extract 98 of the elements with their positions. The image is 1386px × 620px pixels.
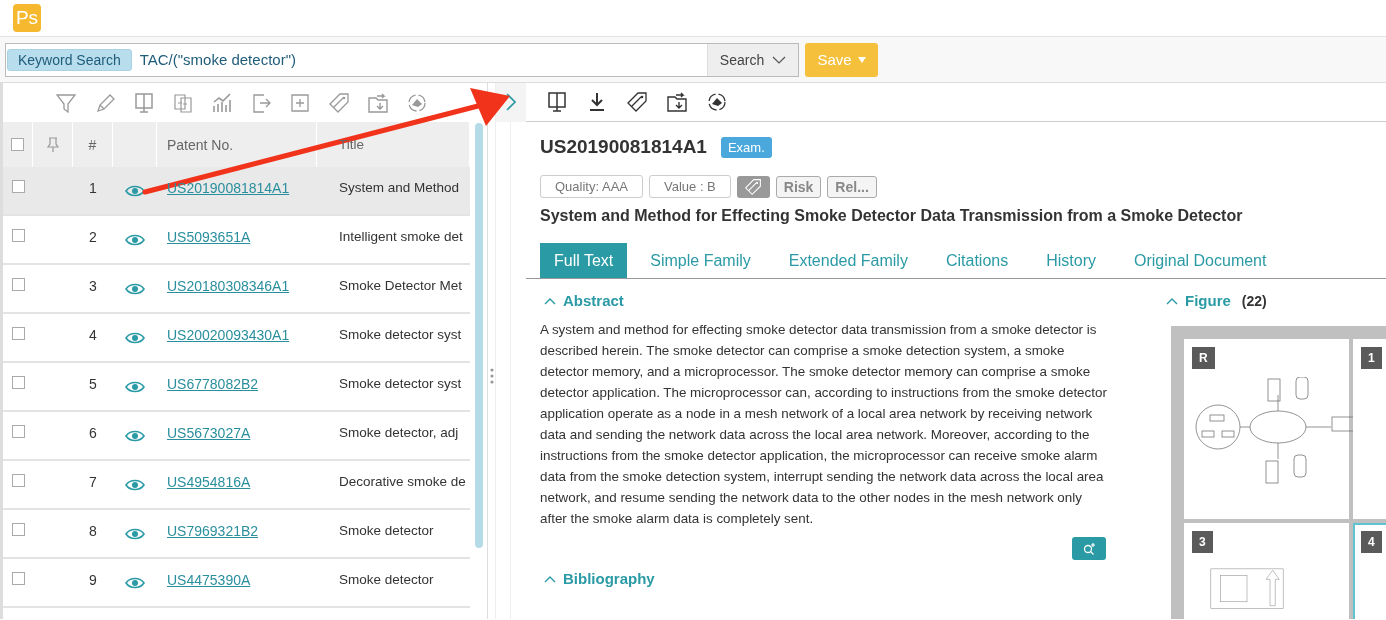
row-number: 3	[89, 278, 97, 294]
patent-title: Smoke detector, adj	[339, 425, 459, 440]
chart-icon[interactable]	[211, 91, 233, 114]
related-button[interactable]: Rel...	[827, 175, 877, 198]
export-icon[interactable]	[250, 91, 272, 114]
tab[interactable]: Extended Family	[776, 243, 920, 278]
drag-handle-icon[interactable]	[489, 368, 494, 384]
eye-icon[interactable]	[125, 527, 145, 541]
patent-link[interactable]: US5673027A	[167, 425, 251, 441]
search-sparkle-icon	[1082, 541, 1096, 556]
quality-rating: Quality: AAA	[540, 175, 643, 198]
compare-icon[interactable]	[172, 91, 194, 114]
column-header: Title	[339, 137, 364, 152]
row-checkbox[interactable]	[11, 327, 25, 340]
figure-thumbnail[interactable]: 1	[1353, 339, 1386, 519]
eye-icon[interactable]	[125, 380, 145, 394]
app-logo: Ps	[13, 4, 41, 32]
tag-icon	[744, 177, 763, 196]
row-checkbox[interactable]	[11, 425, 25, 438]
value-rating: Value : B	[649, 175, 731, 198]
figure-thumbnail[interactable]: 3	[1184, 523, 1349, 619]
search-type-label: Keyword Search	[7, 48, 132, 71]
abstract-text: A system and method for effecting smoke detector data transmission from a smoke detector is described herein. The smoke detector can comprise a smoke detection system, a smoke detector memory, and a microprocessor. The smoke detector memory can comprise a smoke detector application. The microprocessor can, according to instructions from the smoke detector application operate as a node in a mesh network of a local area network by receiving network data and sending the network data across the local area network. Moreover, according to the instructions from the smoke detector application, the microprocessor can receive smoke alarm data from the smoke detection system, interrupt sending the network data across the local area network, and resume sending the network data to the other nodes in the mesh network only after the smoke alarm data is completely sent.	[540, 321, 1108, 528]
monitor-icon[interactable]	[546, 91, 568, 113]
row-number: 9	[89, 572, 97, 588]
row-checkbox[interactable]	[11, 229, 25, 242]
patent-link[interactable]: US20020093430A1	[167, 327, 290, 343]
filter-icon[interactable]	[55, 91, 77, 114]
chevron-down-icon	[772, 55, 787, 64]
patent-link[interactable]: US4475390A	[167, 572, 251, 588]
caret-down-icon	[857, 56, 866, 63]
figure-label: 4	[1361, 531, 1382, 553]
row-number: 5	[89, 376, 97, 392]
chevron-up-icon	[544, 296, 556, 305]
tab[interactable]: Original Document	[1121, 243, 1279, 278]
tab[interactable]: Simple Family	[638, 243, 763, 278]
figure-thumbnail[interactable]: 4	[1353, 523, 1386, 619]
patent-title: Smoke detector	[339, 523, 434, 538]
pin-icon	[44, 136, 61, 153]
row-checkbox[interactable]	[11, 474, 25, 487]
row-checkbox[interactable]	[11, 572, 25, 585]
section-heading[interactable]: Figure	[1185, 292, 1231, 309]
chevron-right-icon	[506, 93, 516, 111]
section-heading[interactable]: Abstract	[563, 292, 624, 309]
row-number: 4	[89, 327, 97, 343]
scrollbar-thumb[interactable]	[475, 123, 483, 548]
figure-label: R	[1192, 347, 1215, 369]
select-all-checkbox[interactable]	[11, 138, 24, 151]
row-number: 2	[89, 229, 97, 245]
search-field[interactable]: Keyword Search TAC/("smoke detector") Search	[5, 42, 799, 77]
tab[interactable]: Full Text	[540, 243, 628, 278]
eye-icon[interactable]	[125, 184, 145, 198]
patent-title: Decorative smoke de	[339, 474, 466, 489]
section-heading[interactable]: Bibliography	[563, 570, 655, 587]
tab[interactable]: Citations	[933, 243, 1021, 278]
patent-title-heading: System and Method for Effecting Smoke Detector Data Transmission from a Smoke Detector	[539, 206, 1244, 225]
patent-link[interactable]: US20180308346A1	[167, 278, 290, 294]
patent-title: Smoke detector syst	[339, 376, 462, 391]
patent-title: Smoke detector syst	[339, 327, 462, 342]
status-badge: Exam.	[720, 136, 772, 158]
smart-search-button[interactable]	[1072, 537, 1106, 560]
figure-label: 1	[1361, 347, 1382, 369]
figure-label: 3	[1192, 531, 1213, 553]
eye-icon[interactable]	[125, 478, 145, 492]
tag-icon[interactable]	[626, 91, 648, 113]
query-text: TAC/("smoke detector")	[138, 51, 297, 68]
row-checkbox[interactable]	[11, 376, 25, 389]
search-button[interactable]: Search	[707, 43, 798, 76]
chevron-up-icon	[544, 574, 556, 583]
row-number: 8	[89, 523, 97, 539]
patent-title: Intelligent smoke det	[339, 229, 463, 244]
chevron-up-icon	[1166, 296, 1178, 305]
row-checkbox[interactable]	[11, 278, 25, 291]
row-checkbox[interactable]	[11, 180, 25, 193]
eye-icon[interactable]	[125, 331, 145, 345]
risk-button[interactable]: Risk	[775, 175, 822, 198]
patent-number: US20190081814A1	[540, 136, 707, 158]
row-checkbox[interactable]	[11, 523, 25, 536]
eye-icon[interactable]	[125, 429, 145, 443]
eye-icon[interactable]	[125, 576, 145, 590]
patent-title: Smoke Detector Met	[339, 278, 463, 293]
result-row[interactable]: 1 US20190081814A1 System and Method	[3, 167, 470, 216]
eye-icon[interactable]	[125, 282, 145, 296]
row-number: 6	[89, 425, 97, 441]
patent-title: System and Method	[339, 180, 460, 195]
patent-link[interactable]: US6778082B2	[167, 376, 259, 392]
patent-link[interactable]: US5093651A	[167, 229, 251, 245]
tab[interactable]: History	[1034, 243, 1108, 278]
patent-title: Smoke detector	[339, 572, 434, 587]
figure-count: (22)	[1241, 292, 1267, 309]
eye-icon[interactable]	[125, 233, 145, 247]
patent-link[interactable]: US7969321B2	[167, 523, 259, 539]
patent-link[interactable]: US4954816A	[167, 474, 251, 490]
tag-button[interactable]	[736, 175, 770, 198]
row-number: 1	[89, 180, 97, 196]
patent-link[interactable]: US20190081814A1	[167, 180, 290, 196]
row-number: 7	[89, 474, 97, 490]
folder-icon[interactable]	[666, 91, 688, 113]
